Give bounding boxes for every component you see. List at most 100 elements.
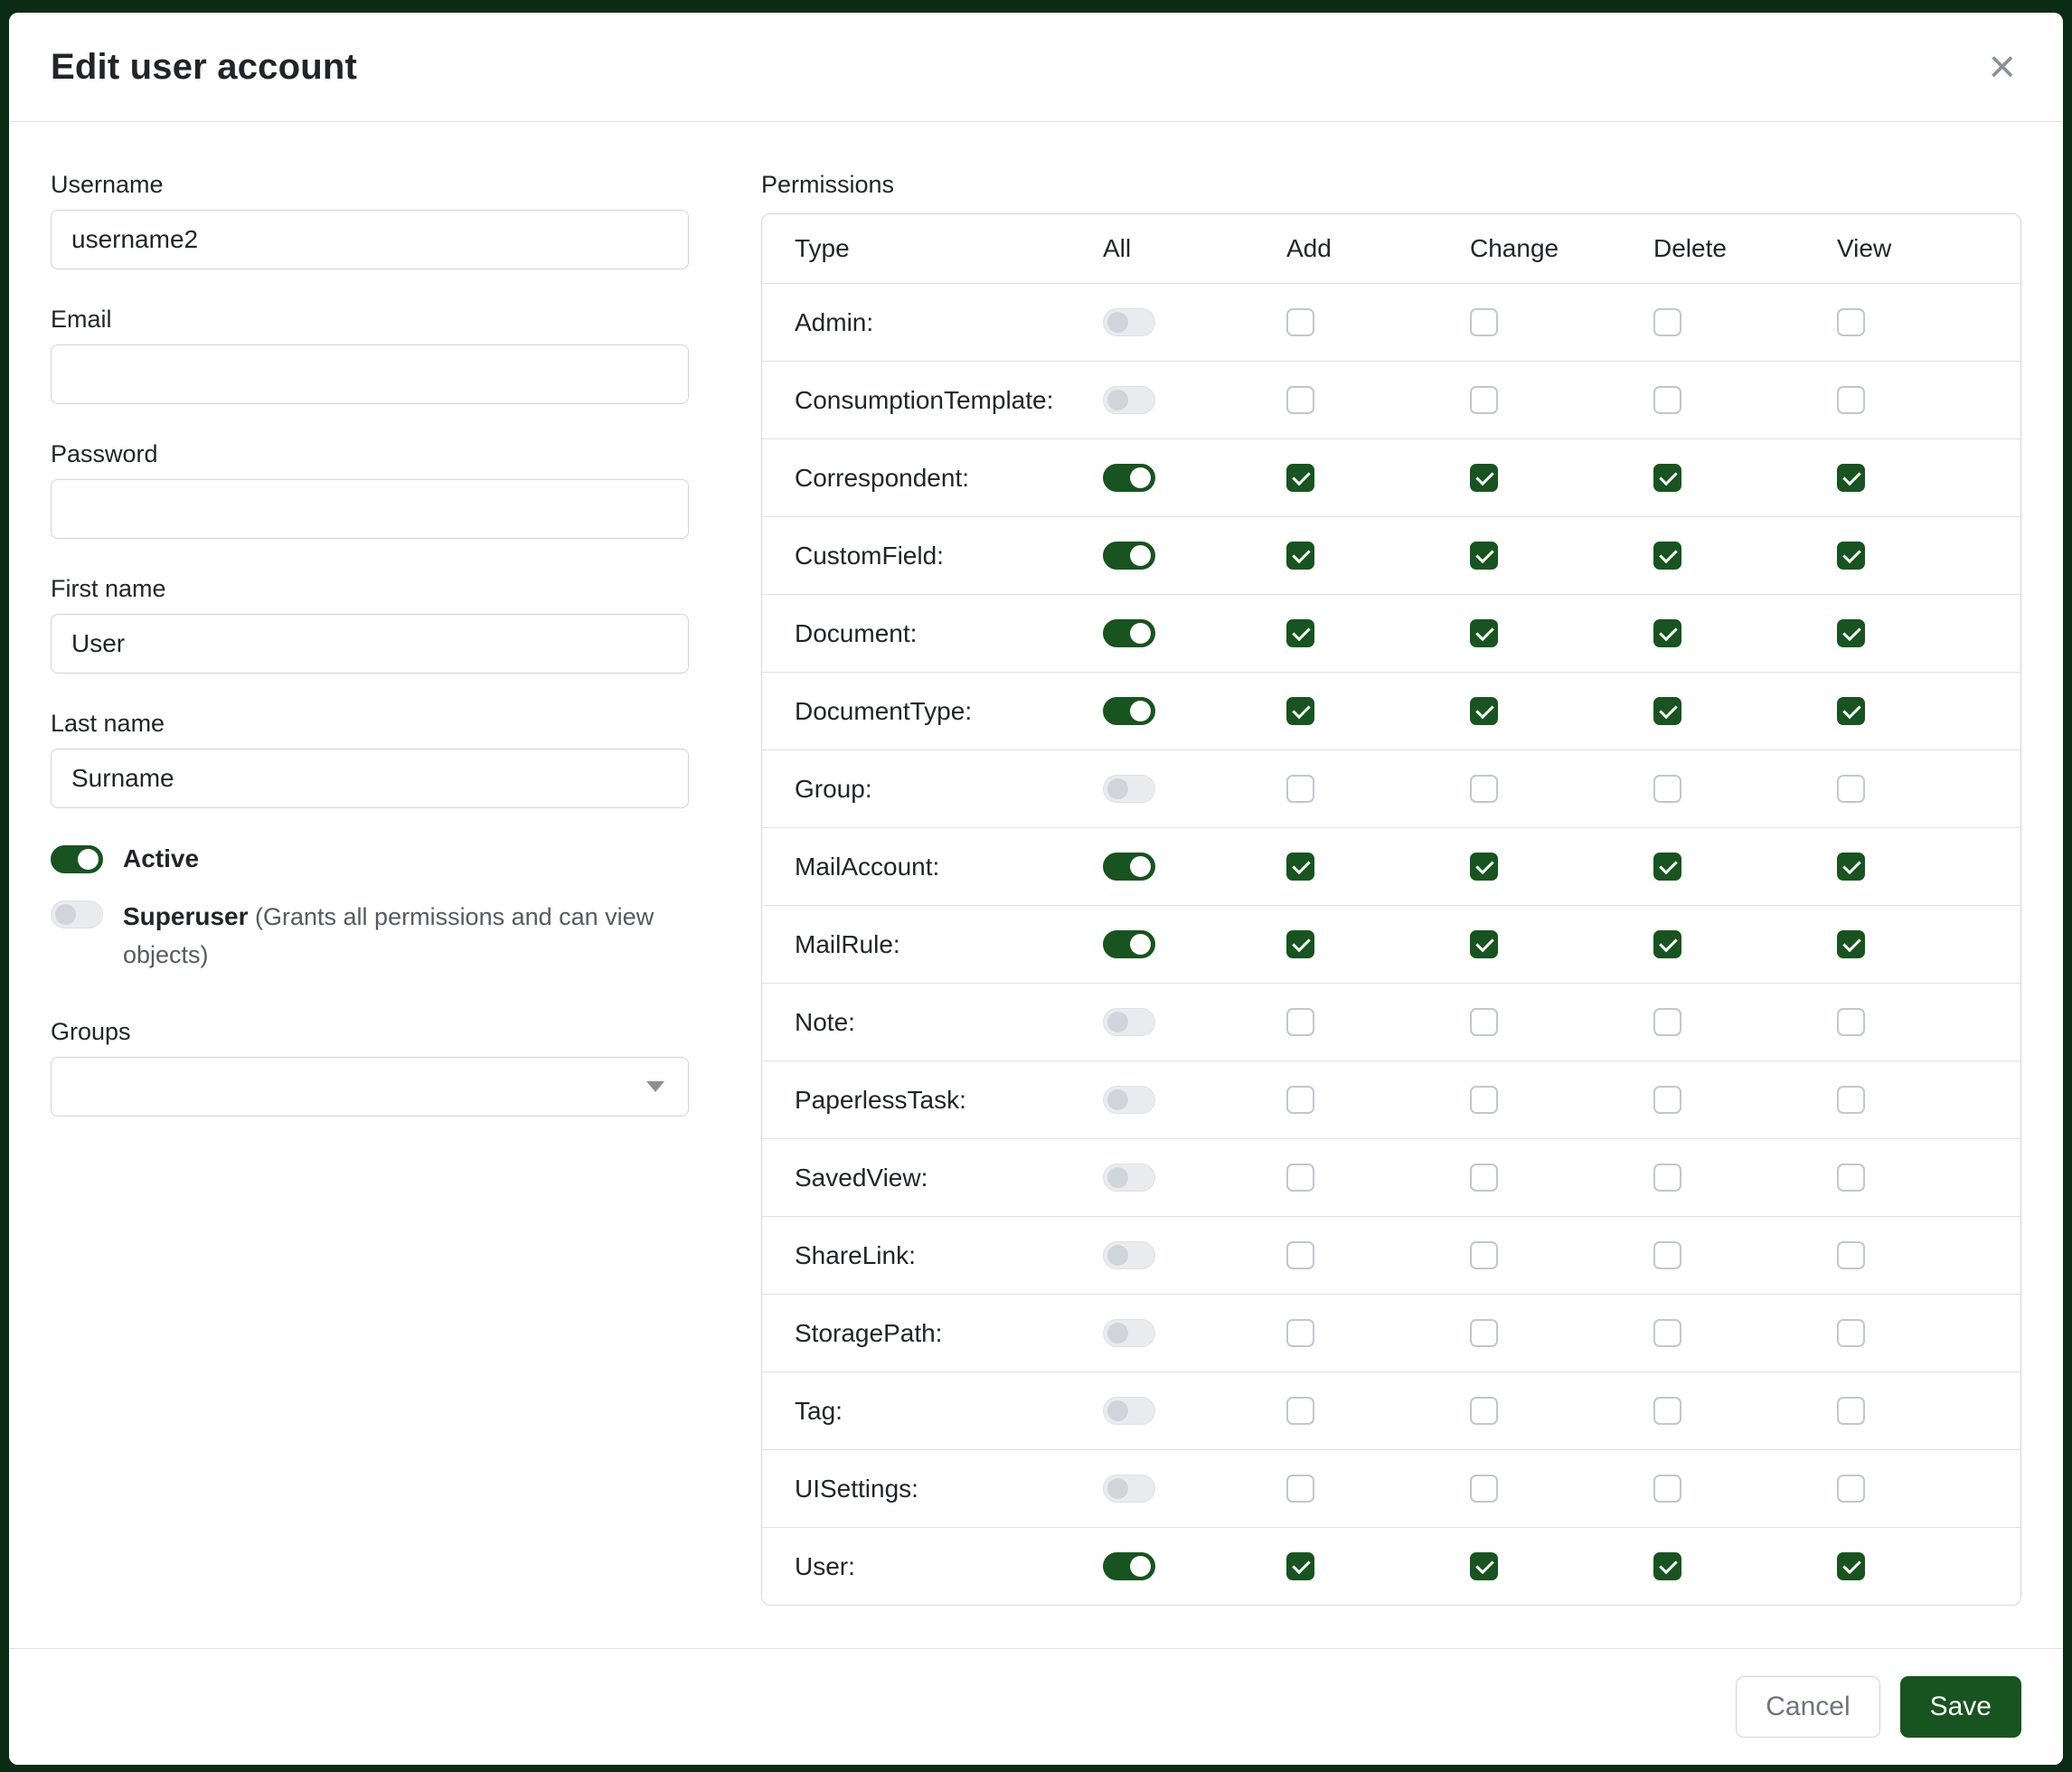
permission-delete-checkbox[interactable] (1653, 1397, 1681, 1425)
permission-view-checkbox[interactable] (1837, 619, 1865, 647)
permission-type-label: Group: (762, 775, 1103, 804)
permission-view-checkbox[interactable] (1837, 1552, 1865, 1580)
permission-all-toggle[interactable] (1103, 1086, 1155, 1114)
permission-change-checkbox[interactable] (1470, 697, 1498, 725)
permission-view-checkbox[interactable] (1837, 1319, 1865, 1347)
username-input[interactable] (51, 210, 689, 269)
permission-change-checkbox[interactable] (1470, 1475, 1498, 1503)
permission-change-checkbox[interactable] (1470, 464, 1498, 492)
permission-view-checkbox[interactable] (1837, 775, 1865, 803)
first-name-input[interactable] (51, 614, 689, 674)
permission-add-checkbox[interactable] (1286, 930, 1314, 958)
permission-view-checkbox[interactable] (1837, 1397, 1865, 1425)
permission-change-checkbox[interactable] (1470, 308, 1498, 336)
superuser-toggle[interactable] (51, 900, 103, 928)
permission-delete-checkbox[interactable] (1653, 619, 1681, 647)
permission-add-checkbox[interactable] (1286, 1241, 1314, 1269)
permission-delete-checkbox[interactable] (1653, 464, 1681, 492)
permission-add-checkbox[interactable] (1286, 1086, 1314, 1114)
permission-delete-checkbox[interactable] (1653, 386, 1681, 414)
permission-change-checkbox[interactable] (1470, 619, 1498, 647)
permission-all-toggle[interactable] (1103, 1552, 1155, 1580)
permission-add-checkbox[interactable] (1286, 775, 1314, 803)
permission-add-checkbox[interactable] (1286, 1008, 1314, 1036)
permission-delete-checkbox[interactable] (1653, 1086, 1681, 1114)
permission-change-checkbox[interactable] (1470, 1319, 1498, 1347)
permission-delete-checkbox[interactable] (1653, 1164, 1681, 1192)
permission-view-checkbox[interactable] (1837, 542, 1865, 570)
permission-all-toggle[interactable] (1103, 464, 1155, 492)
email-field[interactable] (51, 344, 689, 404)
permission-change-checkbox[interactable] (1470, 1086, 1498, 1114)
permission-all-toggle[interactable] (1103, 1008, 1155, 1036)
permission-change-checkbox[interactable] (1470, 1164, 1498, 1192)
permission-add-checkbox[interactable] (1286, 1397, 1314, 1425)
permission-delete-checkbox[interactable] (1653, 697, 1681, 725)
permission-all-toggle[interactable] (1103, 1241, 1155, 1269)
permission-view-checkbox[interactable] (1837, 1008, 1865, 1036)
permission-add-checkbox[interactable] (1286, 464, 1314, 492)
permission-change-checkbox[interactable] (1470, 1552, 1498, 1580)
permission-all-toggle[interactable] (1103, 619, 1155, 647)
permission-all-toggle[interactable] (1103, 542, 1155, 570)
permission-add-checkbox[interactable] (1286, 386, 1314, 414)
first-name-label: First name (51, 575, 689, 603)
permission-view-checkbox[interactable] (1837, 1086, 1865, 1114)
permission-view-checkbox[interactable] (1837, 1475, 1865, 1503)
permission-all-toggle[interactable] (1103, 1475, 1155, 1503)
permission-change-checkbox[interactable] (1470, 1397, 1498, 1425)
permission-all-toggle[interactable] (1103, 697, 1155, 725)
permission-change-checkbox[interactable] (1470, 1008, 1498, 1036)
permission-all-toggle[interactable] (1103, 775, 1155, 803)
permission-delete-checkbox[interactable] (1653, 1241, 1681, 1269)
permission-add-checkbox[interactable] (1286, 619, 1314, 647)
last-name-input[interactable] (51, 749, 689, 808)
save-button[interactable]: Save (1900, 1676, 2021, 1738)
permission-all-toggle[interactable] (1103, 1164, 1155, 1192)
permission-all-toggle[interactable] (1103, 1397, 1155, 1425)
permission-all-toggle[interactable] (1103, 853, 1155, 881)
permission-change-checkbox[interactable] (1470, 1241, 1498, 1269)
cancel-button[interactable]: Cancel (1736, 1676, 1879, 1738)
groups-select[interactable] (51, 1057, 689, 1117)
permission-view-checkbox[interactable] (1837, 1164, 1865, 1192)
permission-view-checkbox[interactable] (1837, 930, 1865, 958)
permission-add-checkbox[interactable] (1286, 853, 1314, 881)
password-field[interactable] (51, 479, 689, 539)
permission-view-checkbox[interactable] (1837, 1241, 1865, 1269)
permission-add-checkbox[interactable] (1286, 1475, 1314, 1503)
permission-change-checkbox[interactable] (1470, 542, 1498, 570)
permission-view-checkbox[interactable] (1837, 697, 1865, 725)
close-icon[interactable]: × (1983, 43, 2021, 90)
permission-view-checkbox[interactable] (1837, 853, 1865, 881)
active-toggle[interactable] (51, 845, 103, 873)
permission-delete-checkbox[interactable] (1653, 1475, 1681, 1503)
permission-delete-checkbox[interactable] (1653, 542, 1681, 570)
permission-delete-checkbox[interactable] (1653, 930, 1681, 958)
permission-delete-checkbox[interactable] (1653, 775, 1681, 803)
permission-delete-checkbox[interactable] (1653, 308, 1681, 336)
permission-delete-checkbox[interactable] (1653, 1552, 1681, 1580)
permission-change-checkbox[interactable] (1470, 853, 1498, 881)
permission-add-checkbox[interactable] (1286, 697, 1314, 725)
permission-change-checkbox[interactable] (1470, 386, 1498, 414)
groups-label: Groups (51, 1018, 689, 1046)
permission-add-checkbox[interactable] (1286, 1552, 1314, 1580)
permission-all-toggle[interactable] (1103, 308, 1155, 336)
permission-view-checkbox[interactable] (1837, 308, 1865, 336)
permission-add-checkbox[interactable] (1286, 1319, 1314, 1347)
permission-view-checkbox[interactable] (1837, 386, 1865, 414)
permission-delete-checkbox[interactable] (1653, 1319, 1681, 1347)
permission-add-checkbox[interactable] (1286, 308, 1314, 336)
permission-delete-checkbox[interactable] (1653, 1008, 1681, 1036)
permission-change-checkbox[interactable] (1470, 930, 1498, 958)
permission-add-checkbox[interactable] (1286, 1164, 1314, 1192)
permissions-table-body: Admin: ConsumptionTemplate: Corresponden… (762, 283, 2020, 1605)
permission-change-checkbox[interactable] (1470, 775, 1498, 803)
permission-all-toggle[interactable] (1103, 386, 1155, 414)
permission-all-toggle[interactable] (1103, 1319, 1155, 1347)
permission-view-checkbox[interactable] (1837, 464, 1865, 492)
permission-add-checkbox[interactable] (1286, 542, 1314, 570)
permission-delete-checkbox[interactable] (1653, 853, 1681, 881)
permission-all-toggle[interactable] (1103, 930, 1155, 958)
